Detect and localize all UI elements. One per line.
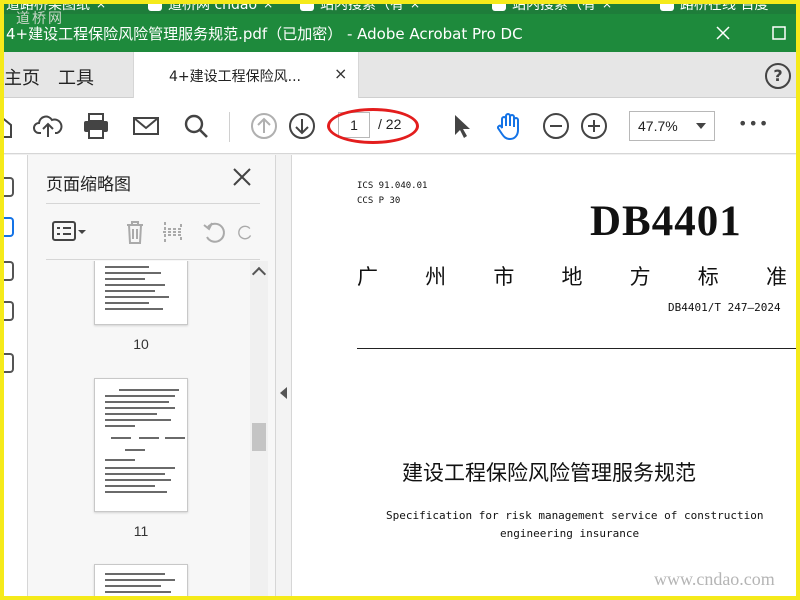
thumbnails-panel: 页面缩略图 10 11 <box>28 155 276 600</box>
browser-tab[interactable]: 站内搜索（有 × <box>300 0 420 14</box>
close-icon[interactable]: × <box>602 0 612 11</box>
document-page: ICS 91.040.01 CCS P 30 DB4401 广 州 市 地 方 … <box>292 155 800 600</box>
close-icon[interactable] <box>230 165 254 189</box>
scrollbar-thumb[interactable] <box>252 423 266 451</box>
thumbnail-page-number: 11 <box>133 523 149 539</box>
thumbnail-scrollbar[interactable] <box>250 261 268 600</box>
header-rule <box>357 348 800 349</box>
standard-type-char: 市 <box>493 265 515 289</box>
chevron-left-icon <box>280 387 287 399</box>
favicon-icon <box>148 0 162 11</box>
bookmark-icon[interactable] <box>0 177 14 197</box>
maximize-icon[interactable] <box>756 14 800 52</box>
close-icon[interactable]: × <box>263 0 273 11</box>
thumbnail-options-icon[interactable] <box>48 217 90 247</box>
attachment-icon[interactable] <box>0 261 14 281</box>
next-page-icon[interactable] <box>284 108 320 144</box>
standard-type-char: 标 <box>697 265 719 289</box>
browser-tab-label: 站内搜索（有 <box>320 0 404 13</box>
browser-tab[interactable]: 站内搜索（有 × <box>492 0 612 14</box>
page-thumbnails-icon[interactable] <box>0 217 14 237</box>
page-thumbnail[interactable] <box>94 261 188 325</box>
panel-divider <box>46 203 260 204</box>
tab-document[interactable]: 4+建设工程保险风... × <box>133 52 359 98</box>
navigation-rail <box>0 155 28 600</box>
standard-type-char: 广 <box>357 265 378 289</box>
browser-tab[interactable]: 道桥网 cndao × <box>148 0 273 14</box>
favicon-icon <box>300 0 314 11</box>
standard-type-char: 州 <box>425 265 447 289</box>
previous-page-icon[interactable] <box>246 108 282 144</box>
delete-icon[interactable] <box>118 217 152 247</box>
rotate-left-icon[interactable] <box>198 217 232 247</box>
email-icon[interactable] <box>128 108 164 144</box>
page-thumbnail[interactable] <box>94 378 188 512</box>
close-icon[interactable] <box>700 14 746 52</box>
document-title-en: Specification for risk management servic… <box>386 509 764 522</box>
zoom-select[interactable]: 47.7% <box>629 111 715 141</box>
browser-tab-label: 道桥网 cndao <box>168 0 258 13</box>
thumbnail-page-number: 10 <box>133 336 149 352</box>
favicon-icon <box>492 0 506 11</box>
tab-tools[interactable]: 工具 <box>58 64 94 90</box>
extract-page-icon[interactable] <box>156 217 190 247</box>
close-icon[interactable]: × <box>334 64 347 83</box>
app-tab-bar: 主页 工具 4+建设工程保险风... × ? <box>0 52 800 98</box>
rotate-right-icon[interactable] <box>236 217 254 247</box>
thumbnail-list: 10 11 <box>28 261 256 600</box>
browser-tab-label: 站内搜索（有 <box>512 0 596 13</box>
browser-tab-label: 路桥在线 百度 <box>680 0 769 13</box>
site-watermark: 道桥网 <box>16 11 64 27</box>
page-thumbnail[interactable] <box>94 564 188 600</box>
standard-type: 广 州 市 地 方 标 准 <box>357 261 787 291</box>
page-number-highlight <box>327 108 419 144</box>
browser-tab-strip: 道路桥梁图纸 × 道桥网 cndao × 站内搜索（有 × 站内搜索（有 × 路… <box>0 0 800 14</box>
toolbar-divider <box>229 112 230 142</box>
upload-cloud-icon[interactable] <box>30 108 66 144</box>
tab-home[interactable]: 主页 <box>4 64 40 90</box>
page-watermark: www.cndao.com <box>654 569 775 589</box>
more-options-icon[interactable]: ••• <box>738 114 769 133</box>
close-icon[interactable]: × <box>410 0 420 11</box>
ccs-code: CCS P 30 <box>357 196 401 206</box>
tab-document-label: 4+建设工程保险风... <box>169 69 301 85</box>
zoom-out-icon[interactable] <box>538 108 574 144</box>
standard-type-char: 方 <box>629 265 651 289</box>
ics-code: ICS 91.040.01 <box>357 181 428 191</box>
standard-type-char: 地 <box>561 265 583 289</box>
panel-divider <box>46 259 260 260</box>
signature-icon[interactable] <box>0 301 14 321</box>
hand-tool-icon[interactable] <box>490 108 526 144</box>
favicon-icon <box>660 0 674 11</box>
help-icon[interactable]: ? <box>765 63 791 89</box>
document-title-cn: 建设工程保险风险管理服务规范 <box>402 461 696 485</box>
document-number: DB4401/T 247—2024 <box>668 301 781 314</box>
search-icon[interactable] <box>178 108 214 144</box>
zoom-value: 47.7% <box>638 118 678 134</box>
standard-type-char: 准 <box>765 265 787 289</box>
chevron-down-icon <box>696 123 706 129</box>
document-title-en: engineering insurance <box>500 527 640 540</box>
panel-title: 页面缩略图 <box>46 175 131 195</box>
layers-icon[interactable] <box>0 353 14 373</box>
standard-code: DB4401 <box>590 198 742 245</box>
window-title-bar: 4+建设工程保险风险管理服务规范.pdf（已加密） - Adobe Acroba… <box>0 14 800 52</box>
scroll-up-icon[interactable] <box>251 266 267 282</box>
window-title: 4+建设工程保险风险管理服务规范.pdf（已加密） - Adobe Acroba… <box>6 24 523 43</box>
close-icon[interactable]: × <box>96 0 106 11</box>
print-icon[interactable] <box>78 108 114 144</box>
select-cursor-icon[interactable] <box>442 108 478 144</box>
panel-collapse-handle[interactable] <box>276 155 292 600</box>
browser-tab[interactable]: 路桥在线 百度 <box>660 0 768 14</box>
home-icon[interactable] <box>0 108 18 144</box>
zoom-in-icon[interactable] <box>576 108 612 144</box>
